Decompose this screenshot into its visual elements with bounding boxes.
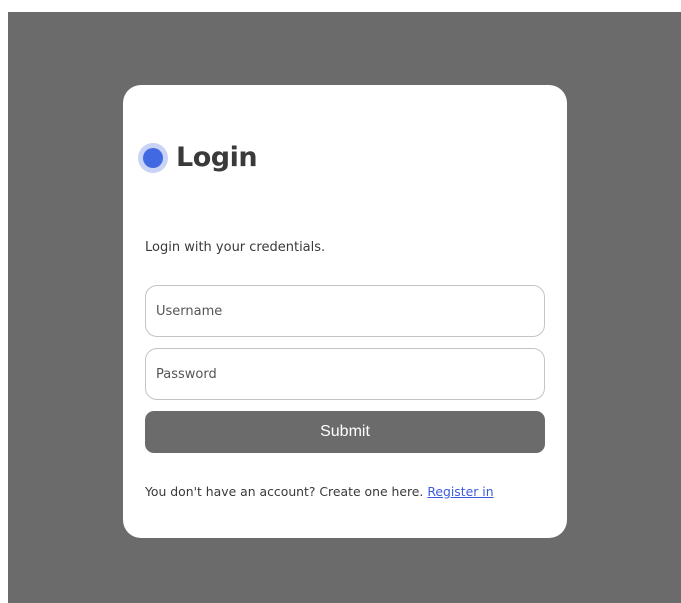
password-input[interactable] xyxy=(145,348,545,400)
username-input[interactable] xyxy=(145,285,545,337)
page-background: Login Login with your credentials. Submi… xyxy=(8,12,681,603)
blue-dot-icon xyxy=(138,142,168,173)
login-header: Login xyxy=(138,142,258,173)
register-link[interactable]: Register in xyxy=(427,484,493,499)
register-prompt: You don't have an account? Create one he… xyxy=(145,484,494,499)
submit-button[interactable]: Submit xyxy=(145,411,545,453)
login-card: Login Login with your credentials. Submi… xyxy=(123,85,567,538)
page-title: Login xyxy=(176,142,258,173)
login-instructions: Login with your credentials. xyxy=(145,240,326,255)
register-prompt-text: You don't have an account? Create one he… xyxy=(145,484,428,499)
blue-dot-icon-core xyxy=(143,147,163,168)
